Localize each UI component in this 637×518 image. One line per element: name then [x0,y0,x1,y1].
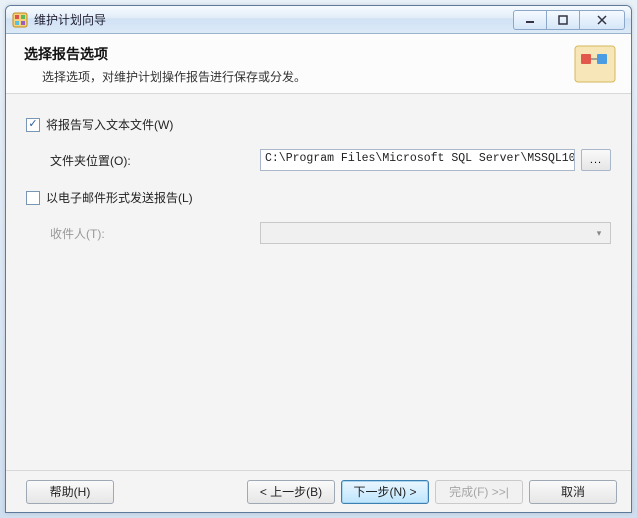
cancel-button[interactable]: 取消 [529,480,617,504]
maximize-icon [558,15,568,25]
title-bar[interactable]: 维护计划向导 [6,6,631,34]
write-file-row: 将报告写入文本文件(W) [26,116,611,133]
app-icon [12,12,28,28]
window-title: 维护计划向导 [34,11,514,28]
close-button[interactable] [579,10,625,30]
wizard-header: 选择报告选项 选择选项，对维护计划操作报告进行保存或分发。 [6,34,631,94]
wizard-graphic-icon [573,44,617,84]
minimize-icon [525,15,535,25]
folder-input[interactable]: C:\Program Files\Microsoft SQL Server\MS… [260,149,575,171]
email-report-checkbox[interactable] [26,191,40,205]
write-file-label[interactable]: 将报告写入文本文件(W) [46,116,173,133]
write-file-checkbox[interactable] [26,118,40,132]
recipient-combo: ▾ [260,222,611,244]
help-button[interactable]: 帮助(H) [26,480,114,504]
maximize-button[interactable] [546,10,580,30]
next-button[interactable]: 下一步(N) > [341,480,429,504]
minimize-button[interactable] [513,10,547,30]
finish-button: 完成(F) >>| [435,480,523,504]
folder-label: 文件夹位置(O): [50,152,260,169]
recipient-row: 收件人(T): ▾ [26,222,611,244]
wizard-footer: 帮助(H) < 上一步(B) 下一步(N) > 完成(F) >>| 取消 [6,470,631,512]
back-button[interactable]: < 上一步(B) [247,480,335,504]
chevron-down-icon: ▾ [590,225,608,241]
page-title: 选择报告选项 [24,44,613,64]
email-report-row: 以电子邮件形式发送报告(L) [26,189,611,206]
email-report-label[interactable]: 以电子邮件形式发送报告(L) [46,189,193,206]
close-icon [596,14,608,26]
folder-row: 文件夹位置(O): C:\Program Files\Microsoft SQL… [26,149,611,171]
wizard-window: 维护计划向导 选择报告选项 选择选项，对维护计划操作报告进行保存或分发。 [5,5,632,513]
wizard-content: 将报告写入文本文件(W) 文件夹位置(O): C:\Program Files\… [6,94,631,272]
page-subtitle: 选择选项，对维护计划操作报告进行保存或分发。 [24,68,613,85]
window-controls [514,10,625,30]
browse-button[interactable]: ... [581,149,611,171]
recipient-label: 收件人(T): [50,225,260,242]
